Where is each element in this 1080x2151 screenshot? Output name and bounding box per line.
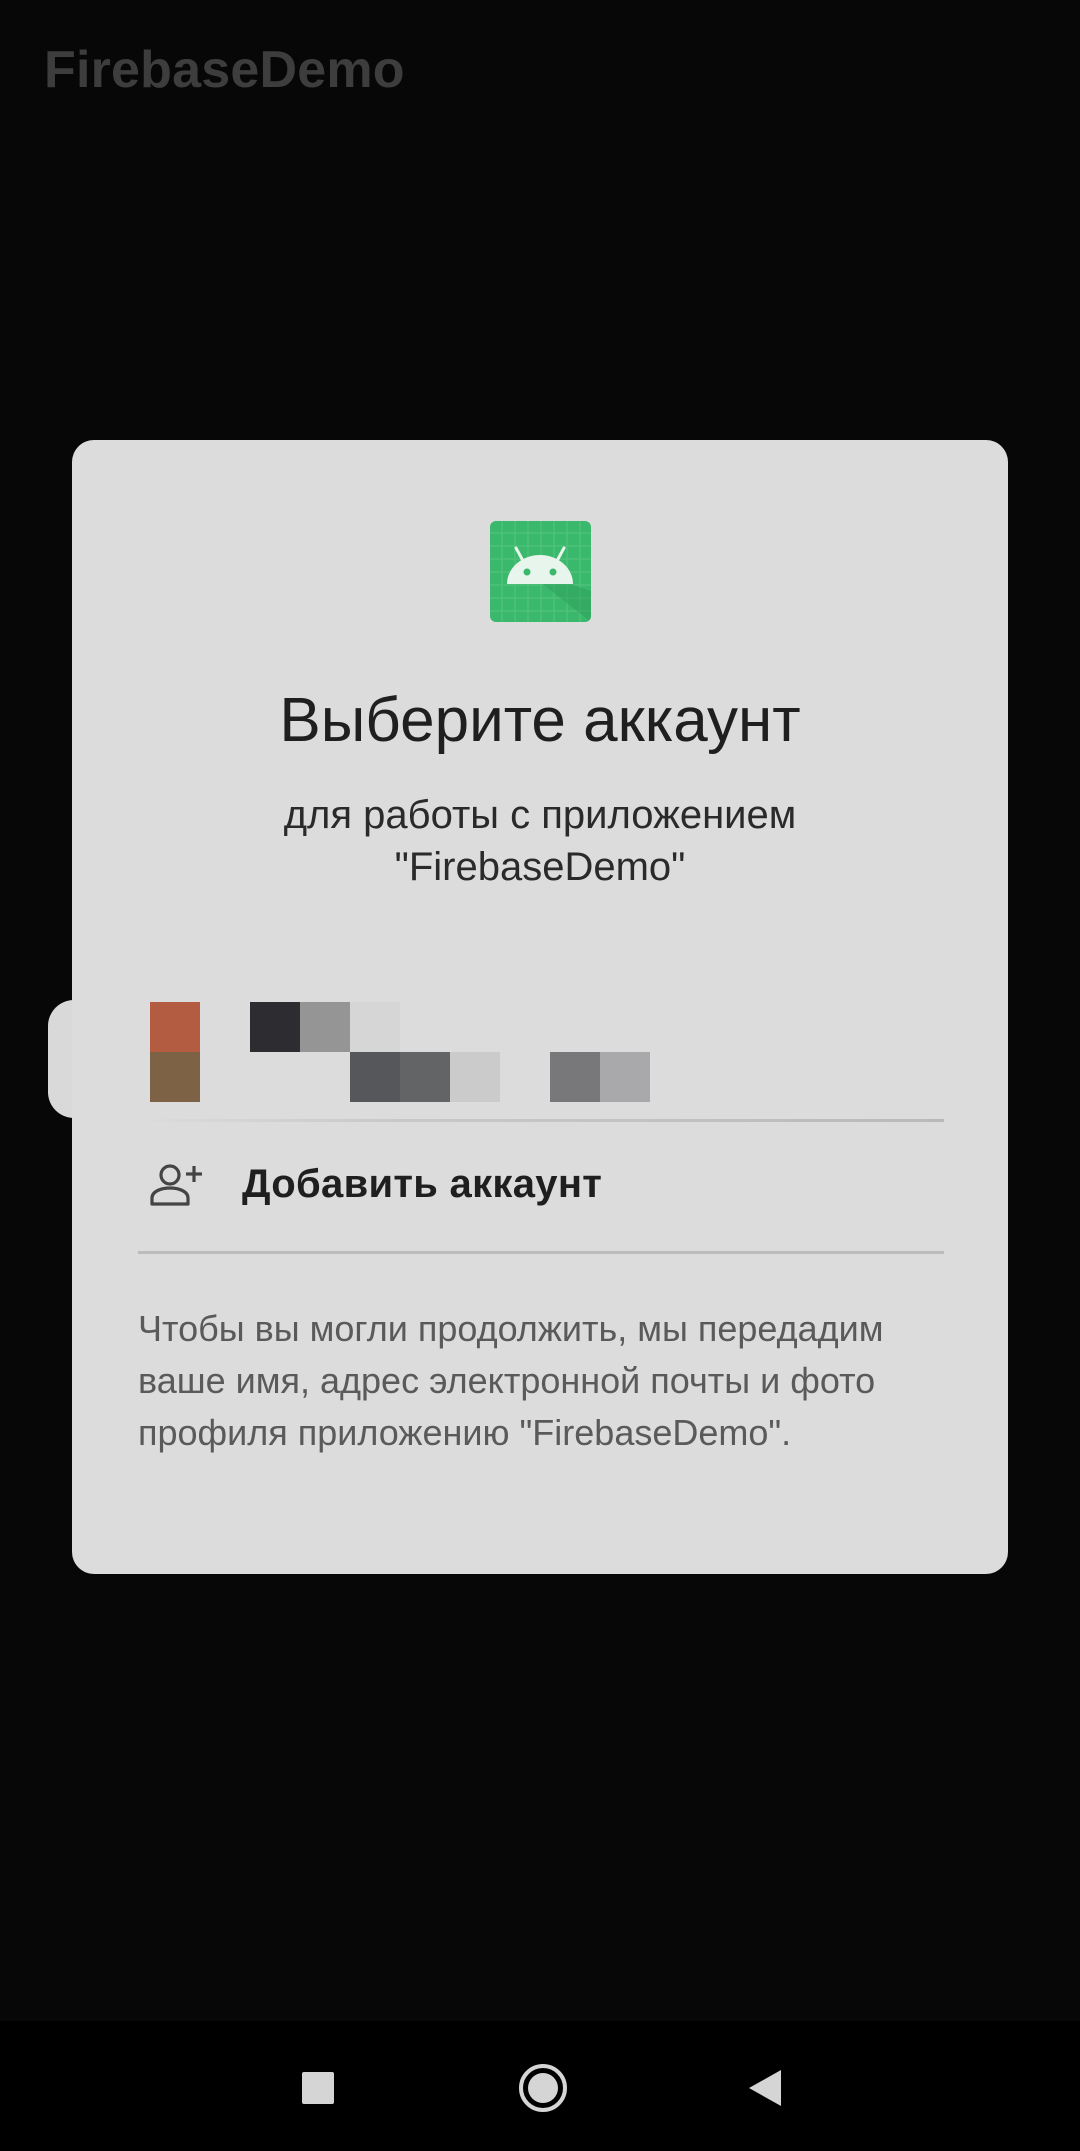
recent-apps-button[interactable] — [283, 2053, 353, 2123]
add-account-label: Добавить аккаунт — [242, 1162, 603, 1206]
subtitle-line-1: для работы с приложением — [283, 793, 797, 837]
subtitle-line-2: "FirebaseDemo" — [394, 845, 686, 889]
screen: FirebaseDemo Выберите аккаунт для работы… — [0, 0, 1080, 2151]
add-account-button[interactable]: Добавить аккаунт — [138, 1124, 944, 1250]
account-chooser-dialog: Выберите аккаунт для работы с приложение… — [72, 440, 1008, 1574]
triangle-back-icon — [749, 2070, 781, 2106]
account-avatar — [150, 1002, 200, 1102]
dialog-title: Выберите аккаунт — [279, 686, 801, 755]
system-navigation-bar — [0, 2021, 1080, 2151]
account-list-item[interactable] — [72, 990, 1008, 1110]
dialog-subtitle: для работы с приложением "FirebaseDemo" — [152, 789, 928, 893]
divider — [138, 1251, 944, 1254]
person-add-icon — [148, 1162, 204, 1208]
home-button[interactable] — [508, 2053, 578, 2123]
circle-icon — [519, 2064, 567, 2112]
square-icon — [302, 2072, 334, 2104]
android-robot-icon — [490, 521, 591, 622]
divider — [138, 1119, 944, 1122]
privacy-disclaimer: Чтобы вы могли продолжить, мы передадим … — [138, 1308, 884, 1453]
background-avatar-fragment — [48, 1000, 74, 1118]
back-button[interactable] — [730, 2053, 800, 2123]
app-title: FirebaseDemo — [44, 41, 405, 99]
